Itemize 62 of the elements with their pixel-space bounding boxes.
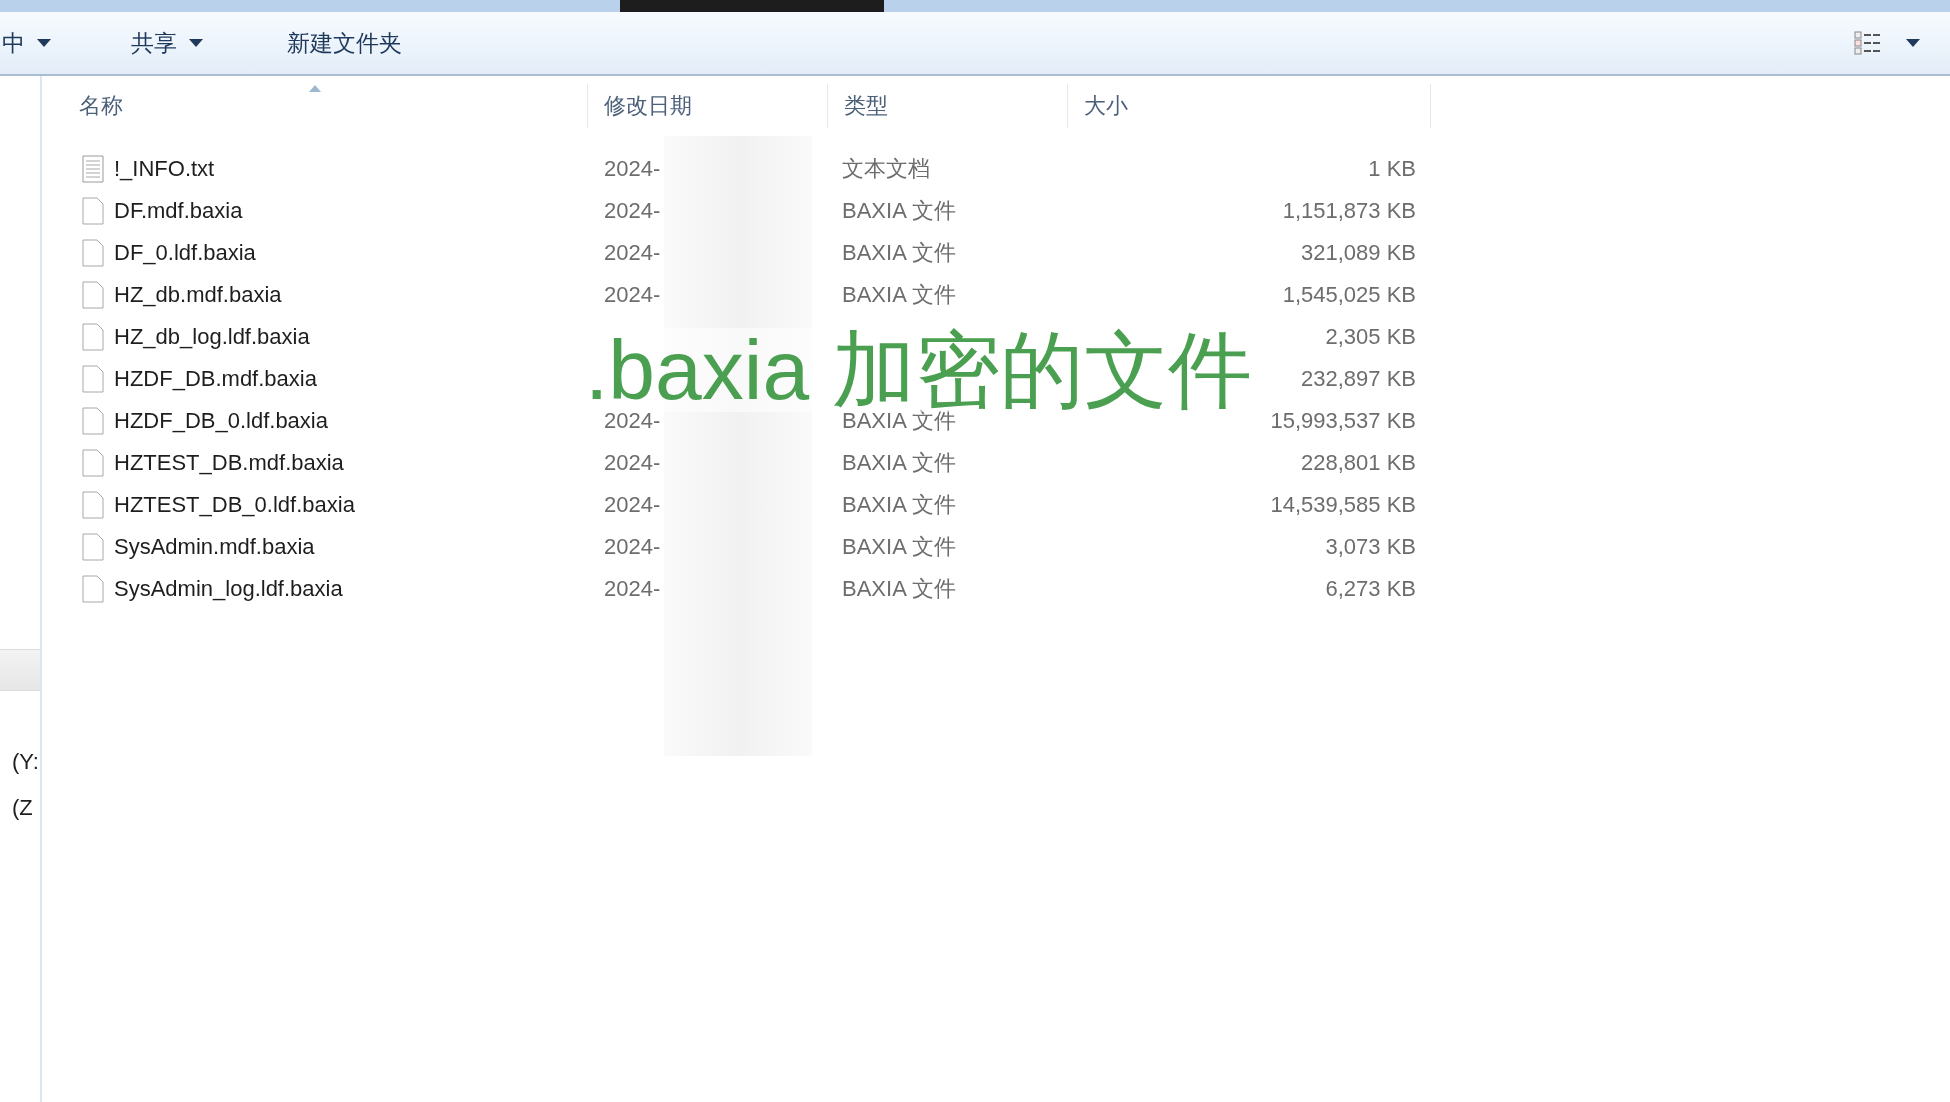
column-header[interactable]: 名称 (42, 84, 588, 128)
size-cell: 1,545,025 KB (1282, 282, 1416, 308)
toolbar-button[interactable]: 新建文件夹 (273, 27, 416, 59)
date-cell: 2024- (604, 492, 661, 518)
size-cell: 1,151,873 KB (1282, 198, 1416, 224)
file-name[interactable]: !_INFO.txt (114, 156, 215, 182)
date-cell: 2024- (604, 198, 661, 224)
nav-selection-bar (0, 649, 40, 691)
file-name[interactable]: SysAdmin_log.ldf.baxia (114, 576, 343, 602)
file-icon (82, 491, 104, 519)
toolbar-button[interactable]: 共享 (117, 27, 217, 59)
date-cell: 2024- (604, 534, 661, 560)
file-icon (82, 533, 104, 561)
file-name[interactable]: HZDF_DB_0.ldf.baxia (114, 408, 328, 434)
details-view-icon (1854, 31, 1882, 55)
text-file-icon (82, 155, 104, 183)
file-name[interactable]: HZTEST_DB_0.ldf.baxia (114, 492, 355, 518)
type-cell-text: BAXIA 文件 (842, 491, 956, 519)
file-name[interactable]: HZ_db_log.ldf.baxia (114, 324, 310, 350)
date-cell: 2024- (604, 282, 661, 308)
file-icon (82, 407, 104, 435)
type-cell-text: BAXIA 文件 (842, 449, 956, 477)
column-header[interactable]: 大小 (1068, 84, 1431, 128)
type-cell-text: 文本文档 (842, 155, 930, 183)
drive-item[interactable]: (Y: (12, 749, 40, 775)
drive-item[interactable]: (Z (12, 795, 40, 821)
column-header[interactable]: 类型 (828, 84, 1068, 128)
file-name[interactable]: SysAdmin.mdf.baxia (114, 534, 315, 560)
date-cell: 2024- (604, 450, 661, 476)
size-cell: 2,305 KB (1325, 324, 1416, 350)
file-icon (82, 575, 104, 603)
date-cell: 2024- (604, 576, 661, 602)
size-cell: 6,273 KB (1325, 576, 1416, 602)
file-name[interactable]: HZTEST_DB.mdf.baxia (114, 450, 344, 476)
size-cell: 232,897 KB (1301, 366, 1416, 392)
type-cell-text: BAXIA 文件 (842, 575, 956, 603)
size-cell: 14,539,585 KB (1270, 492, 1416, 518)
type-cell-text: BAXIA 文件 (842, 281, 956, 309)
file-name[interactable]: HZDF_DB.mdf.baxia (114, 366, 317, 392)
date-cell: 2024- (604, 240, 661, 266)
size-cell: 321,089 KB (1301, 240, 1416, 266)
file-icon (82, 365, 104, 393)
file-icon (82, 239, 104, 267)
caret-icon (1906, 39, 1920, 47)
sort-arrow-icon (308, 85, 321, 92)
file-icon (82, 281, 104, 309)
size-cell: 228,801 KB (1301, 450, 1416, 476)
file-name[interactable]: DF_0.ldf.baxia (114, 240, 256, 266)
type-cell-text: BAXIA 文件 (842, 533, 956, 561)
file-icon (82, 323, 104, 351)
toolbar-button[interactable]: 中 (0, 27, 65, 59)
file-icon (82, 449, 104, 477)
column-header[interactable]: 修改日期 (588, 84, 828, 128)
size-cell: 1 KB (1368, 156, 1416, 182)
type-cell-text: BAXIA 文件 (842, 197, 956, 225)
type-cell-text: BAXIA 文件 (842, 239, 956, 267)
file-icon (82, 197, 104, 225)
file-name[interactable]: DF.mdf.baxia (114, 198, 243, 224)
file-name[interactable]: HZ_db.mdf.baxia (114, 282, 282, 308)
date-cell: 2024- (604, 156, 661, 182)
size-cell: 3,073 KB (1325, 534, 1416, 560)
size-cell: 15,993,537 KB (1270, 408, 1416, 434)
